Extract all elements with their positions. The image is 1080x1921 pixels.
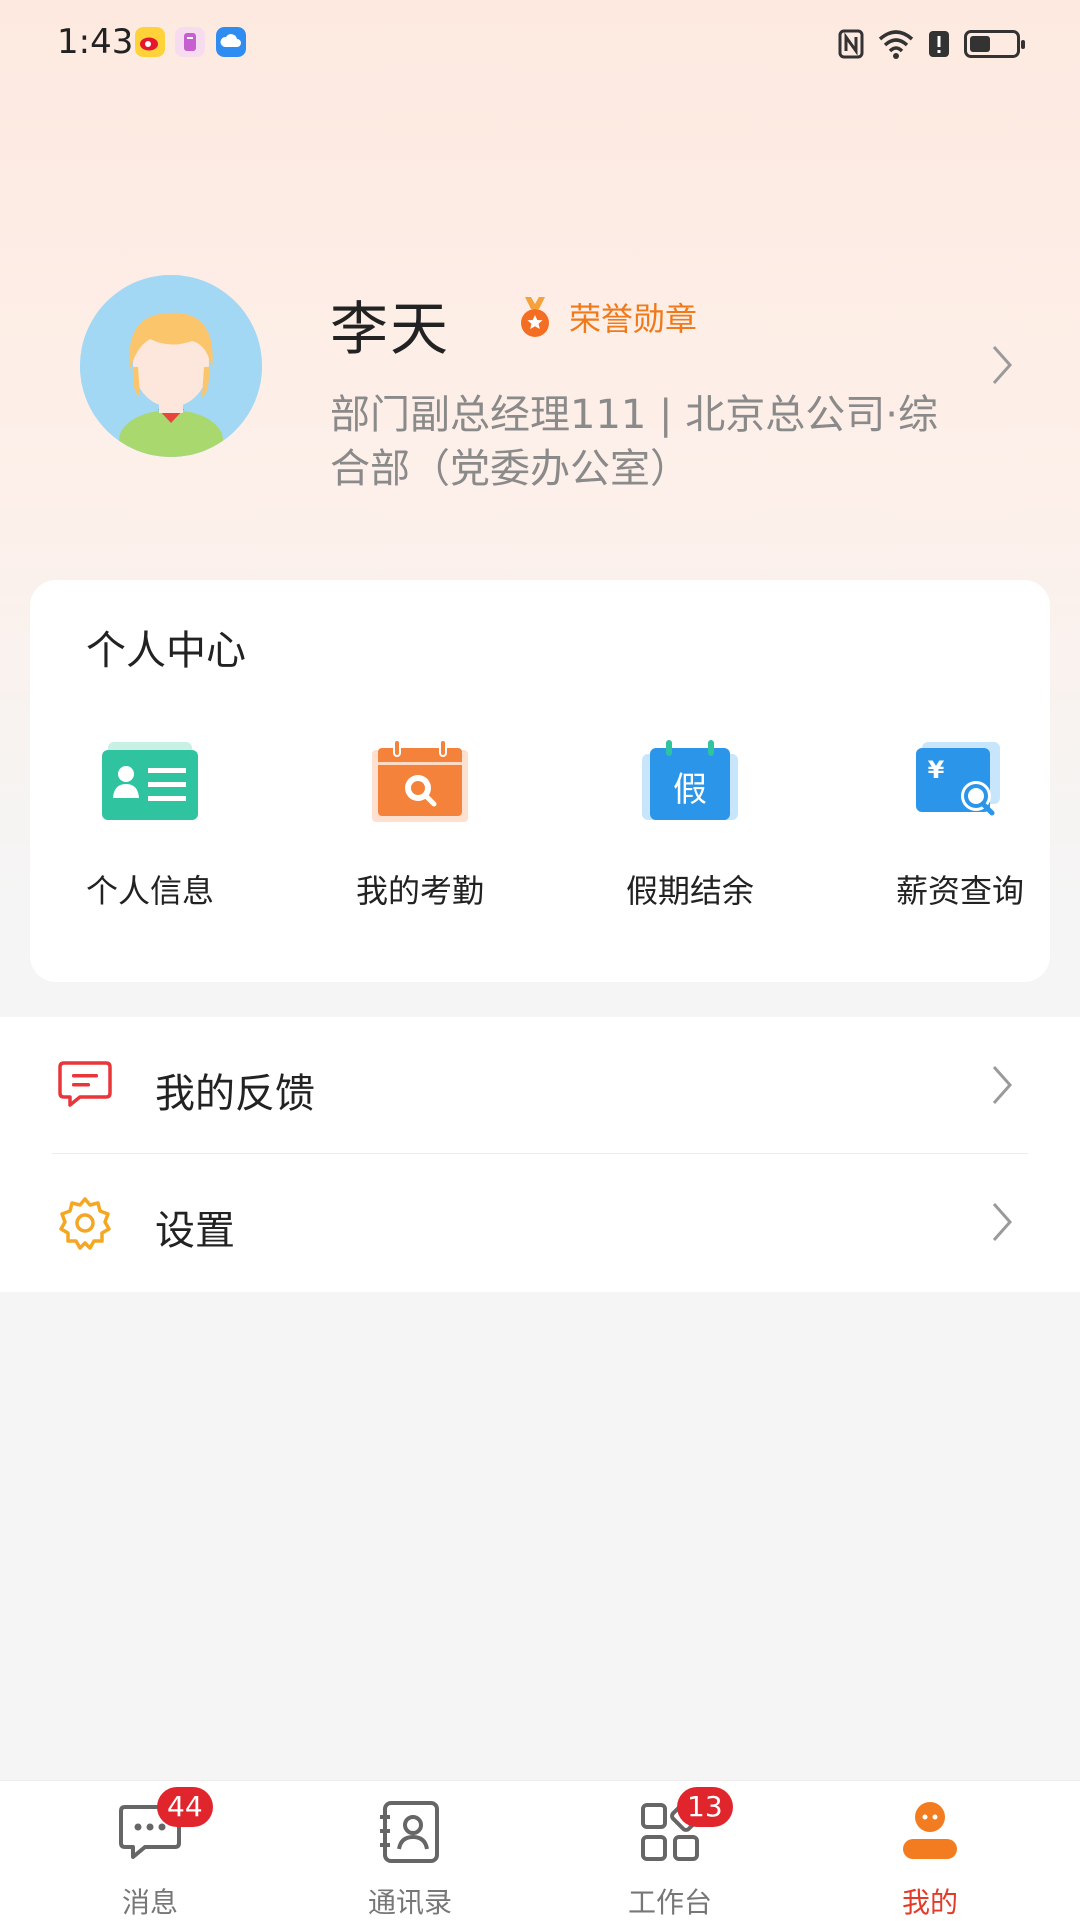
user-name: 李天	[330, 295, 451, 363]
personal-info-item[interactable]: 个人信息	[30, 740, 270, 912]
svg-text:¥: ¥	[928, 756, 945, 784]
chevron-right-icon	[992, 1066, 1013, 1104]
tab-workbench-label: 工作台	[627, 1886, 712, 1919]
my-attendance-item[interactable]: 我的考勤	[300, 740, 540, 912]
tab-messages[interactable]: 44 消息	[50, 1781, 250, 1921]
nfc-icon	[838, 29, 864, 59]
app-notification-icon	[175, 27, 205, 57]
weibo-app-icon	[135, 27, 165, 57]
tab-contacts-label: 通讯录	[367, 1886, 452, 1919]
wifi-icon	[878, 30, 914, 59]
leave-calendar-icon: 假	[642, 740, 738, 820]
id-card-icon	[102, 742, 198, 820]
tab-messages-label: 消息	[121, 1886, 178, 1919]
salary-search-icon: ¥	[916, 742, 1000, 816]
tab-workbench[interactable]: 13 工作台	[570, 1781, 770, 1921]
messages-badge: 44	[157, 1787, 213, 1827]
user-profile-icon	[903, 1802, 957, 1859]
feedback-icon	[58, 1061, 112, 1107]
leave-balance-label: 假期结余	[625, 872, 754, 910]
avatar[interactable]	[80, 275, 262, 457]
honor-medal-badge[interactable]: 荣誉勋章	[515, 294, 697, 340]
salary-query-item[interactable]: ¥ 薪资查询	[840, 740, 1080, 912]
personal-info-label: 个人信息	[85, 872, 214, 910]
salary-query-label: 薪资查询	[895, 872, 1024, 910]
medal-label: 荣誉勋章	[569, 300, 698, 338]
tab-mine[interactable]: 我的	[830, 1781, 1030, 1921]
profile-chevron-right-icon[interactable]	[990, 343, 1014, 387]
contacts-book-icon	[380, 1801, 439, 1863]
tab-mine-label: 我的	[901, 1886, 958, 1919]
battery-icon	[964, 30, 1025, 58]
svg-text:假: 假	[673, 770, 707, 810]
settings-row[interactable]: 设置	[0, 1154, 1080, 1290]
medal-icon	[521, 297, 549, 337]
avatar-illustration	[80, 275, 262, 457]
status-time: 1:43	[57, 22, 134, 62]
alert-icon	[929, 31, 949, 57]
settings-gear-icon	[59, 1197, 111, 1250]
user-department: 部门副总经理111 | 北京总公司·综合部（党委办公室）	[330, 392, 938, 492]
chevron-right-icon	[992, 1203, 1013, 1241]
status-indicators	[838, 24, 1025, 64]
leave-balance-item[interactable]: 假 假期结余	[570, 740, 810, 912]
workbench-badge: 13	[677, 1787, 733, 1827]
my-feedback-label: 我的反馈	[155, 1071, 315, 1117]
my-attendance-label: 我的考勤	[355, 872, 484, 910]
menu-list: 我的反馈 设置	[0, 1017, 1080, 1292]
settings-label: 设置	[155, 1208, 235, 1254]
attendance-calendar-icon	[372, 740, 468, 822]
tab-contacts[interactable]: 通讯录	[310, 1781, 510, 1921]
bottom-tab-bar: 44 消息 通讯录 13 工作台 我的	[0, 1780, 1080, 1921]
my-feedback-row[interactable]: 我的反馈	[0, 1017, 1080, 1154]
cloud-app-icon	[216, 27, 246, 57]
battery-level	[970, 36, 990, 52]
status-bar: 1:43	[0, 0, 1080, 88]
personal-center-title: 个人中心	[86, 628, 246, 674]
personal-center-card: 个人中心 个人信息 我的考勤 假 假期结余 ¥ 薪资查询	[30, 580, 1050, 982]
